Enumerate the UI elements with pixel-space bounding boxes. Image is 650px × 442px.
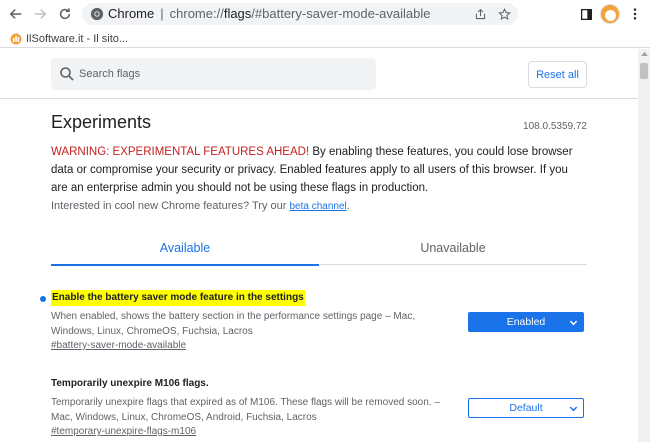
browser-toolbar: Chrome | chrome://flags/#battery-saver-mod…: [0, 0, 650, 28]
reload-button[interactable]: [55, 4, 75, 24]
version-label: 108.0.5359.72: [523, 121, 587, 132]
bookmark-label: IlSoftware.it - Il sito...: [26, 32, 129, 45]
page-title: Experiments: [51, 112, 152, 132]
bookmark-star-button[interactable]: [496, 6, 512, 22]
chrome-logo-icon: [90, 7, 104, 21]
scroll-thumb[interactable]: [640, 63, 648, 79]
more-vertical-icon: [633, 8, 637, 20]
back-button[interactable]: [6, 4, 26, 24]
share-button[interactable]: [472, 6, 488, 22]
flag-description: Temporarily unexpire flags that expired …: [51, 397, 440, 423]
reload-icon: [59, 8, 71, 20]
interest-text: Interested in cool new Chrome features? …: [51, 200, 290, 212]
bookmarks-bar: IlSoftware.it - Il sito...: [0, 28, 650, 48]
chevron-down-icon: [569, 406, 578, 412]
star-icon: [497, 7, 511, 20]
flag-state-value: Enabled: [506, 316, 546, 328]
forward-button[interactable]: [30, 4, 50, 24]
reset-all-button[interactable]: Reset all: [528, 61, 587, 88]
flag-title: Temporarily unexpire M106 flags.: [51, 378, 209, 389]
site-favicon-icon: [10, 33, 22, 44]
beta-channel-link[interactable]: beta channel: [289, 201, 346, 212]
warning-prefix: WARNING: EXPERIMENTAL FEATURES AHEAD!: [51, 146, 310, 158]
search-box: [51, 58, 376, 90]
warning-text: WARNING: EXPERIMENTAL FEATURES AHEAD! By…: [51, 143, 587, 197]
address-bar[interactable]: Chrome | chrome://flags/#battery-saver-mod…: [82, 3, 518, 25]
flag-title: Enable the battery saver mode feature in…: [51, 290, 305, 306]
arrow-left-icon: [9, 9, 22, 19]
scrollbar[interactable]: [638, 49, 650, 442]
share-icon: [475, 8, 485, 19]
flag-description: When enabled, shows the battery section …: [51, 311, 416, 337]
url-host: flags: [223, 6, 252, 21]
search-icon: [60, 67, 74, 81]
flag-permalink[interactable]: #temporary-unexpire-flags-m106: [51, 426, 196, 437]
tab-unavailable[interactable]: Unavailable: [319, 230, 587, 265]
flags-tabs: Available Unavailable: [51, 230, 587, 266]
search-input[interactable]: [79, 66, 359, 82]
flag-state-select[interactable]: Default: [468, 398, 584, 418]
modified-indicator-icon: [40, 296, 46, 302]
site-label: Chrome: [108, 6, 155, 21]
flag-state-select[interactable]: Enabled: [468, 312, 584, 332]
side-panel-button[interactable]: [577, 5, 595, 23]
avatar-logo-icon: [605, 10, 616, 21]
tab-available[interactable]: Available: [51, 230, 319, 266]
side-panel-icon: [580, 8, 592, 20]
beta-channel-text: Interested in cool new Chrome features? …: [51, 200, 350, 212]
arrow-right-icon: [34, 9, 47, 19]
omnibox-separator: |: [160, 6, 164, 21]
profile-avatar[interactable]: [600, 4, 620, 24]
flags-header: Reset all: [0, 49, 638, 99]
interest-suffix: .: [346, 200, 350, 212]
url-prefix: chrome://: [169, 6, 224, 21]
flag-state-value: Default: [509, 402, 543, 414]
chevron-down-icon: [569, 320, 578, 326]
bookmark-item[interactable]: IlSoftware.it - Il sito...: [10, 31, 128, 46]
menu-button[interactable]: [626, 5, 644, 23]
url-path: /#battery-saver-mode-available: [251, 6, 431, 21]
flag-permalink[interactable]: #battery-saver-mode-available: [51, 340, 186, 351]
address-text: Chrome | chrome://flags/#battery-saver-mod…: [108, 7, 431, 21]
scroll-up-arrow-icon[interactable]: [638, 51, 650, 59]
